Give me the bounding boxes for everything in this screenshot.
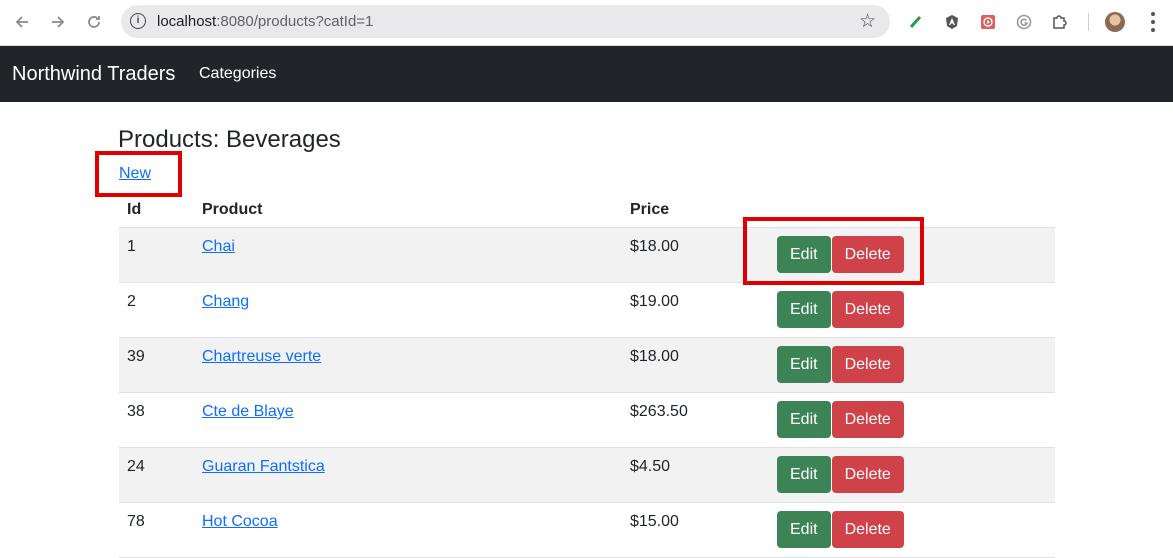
back-arrow-icon[interactable] (10, 10, 34, 34)
cell-id: 24 (119, 447, 194, 503)
product-link[interactable]: Cte de Blaye (202, 403, 294, 420)
column-header-id: Id (119, 192, 194, 228)
url-text: localhost:8080/products?catId=1 (157, 13, 374, 30)
cell-id: 78 (119, 502, 194, 558)
cell-price: $15.00 (622, 502, 769, 558)
extension-angular-icon[interactable] (942, 12, 962, 32)
bookmark-star-icon[interactable]: ☆ (859, 10, 876, 33)
forward-arrow-icon[interactable] (46, 10, 70, 34)
nav-link-categories[interactable]: Categories (199, 65, 276, 83)
highlight-box-actions (743, 217, 924, 285)
delete-button[interactable]: Delete (831, 401, 904, 438)
edit-button[interactable]: Edit (777, 291, 831, 328)
cell-product: Cte de Blaye (194, 392, 622, 448)
table-row: 78 Hot Cocoa $15.00 Edit Delete (119, 502, 1055, 558)
cell-price: $263.50 (622, 392, 769, 448)
delete-button[interactable]: Delete (831, 456, 904, 493)
cell-price: $19.00 (622, 282, 769, 338)
cell-id: 38 (119, 392, 194, 448)
edit-button[interactable]: Edit (777, 456, 831, 493)
edit-button[interactable]: Edit (777, 511, 831, 548)
browser-toolbar: i localhost:8080/products?catId=1 ☆ (0, 0, 1173, 46)
edit-button[interactable]: Edit (777, 346, 831, 383)
highlight-box-new (95, 151, 182, 197)
cell-price: $4.50 (622, 447, 769, 503)
product-link[interactable]: Chai (202, 238, 235, 255)
app-navbar: Northwind Traders Categories (0, 46, 1173, 102)
cell-actions: Edit Delete (769, 337, 1055, 393)
cell-product: Chartreuse verte (194, 337, 622, 393)
delete-button[interactable]: Delete (831, 511, 904, 548)
table-row: 39 Chartreuse verte $18.00 Edit Delete (119, 337, 1055, 393)
product-link[interactable]: Hot Cocoa (202, 513, 278, 530)
product-link[interactable]: Guaran Fantstica (202, 458, 325, 475)
delete-button[interactable]: Delete (831, 346, 904, 383)
cell-id: 2 (119, 282, 194, 338)
cell-price: $18.00 (622, 337, 769, 393)
site-info-icon[interactable]: i (130, 13, 146, 29)
navbar-brand[interactable]: Northwind Traders (12, 63, 175, 86)
cell-product: Hot Cocoa (194, 502, 622, 558)
extensions-puzzle-icon[interactable] (1050, 12, 1070, 32)
address-bar[interactable]: i localhost:8080/products?catId=1 ☆ (121, 5, 890, 38)
table-row: 38 Cte de Blaye $263.50 Edit Delete (119, 392, 1055, 448)
cell-product: Chang (194, 282, 622, 338)
cell-id: 39 (119, 337, 194, 393)
toolbar-divider (1088, 13, 1089, 31)
cell-actions: Edit Delete (769, 447, 1055, 503)
table-row: 24 Guaran Fantstica $4.50 Edit Delete (119, 447, 1055, 503)
reload-icon[interactable] (82, 10, 106, 34)
delete-button[interactable]: Delete (831, 291, 904, 328)
cell-actions: Edit Delete (769, 502, 1055, 558)
browser-menu-icon[interactable] (1150, 12, 1156, 32)
cell-id: 1 (119, 227, 194, 283)
table-row: 2 Chang $19.00 Edit Delete (119, 282, 1055, 338)
cell-actions: Edit Delete (769, 282, 1055, 338)
page-title: Products: Beverages (118, 126, 341, 153)
cell-product: Guaran Fantstica (194, 447, 622, 503)
product-link[interactable]: Chartreuse verte (202, 348, 321, 365)
edit-button[interactable]: Edit (777, 401, 831, 438)
extension-video-icon[interactable] (978, 12, 998, 32)
product-link[interactable]: Chang (202, 293, 249, 310)
cell-actions: Edit Delete (769, 392, 1055, 448)
column-header-product: Product (194, 192, 622, 228)
profile-avatar[interactable] (1105, 12, 1125, 32)
extension-brush-icon[interactable] (906, 12, 926, 32)
cell-product: Chai (194, 227, 622, 283)
extension-grammar-icon[interactable] (1014, 12, 1034, 32)
